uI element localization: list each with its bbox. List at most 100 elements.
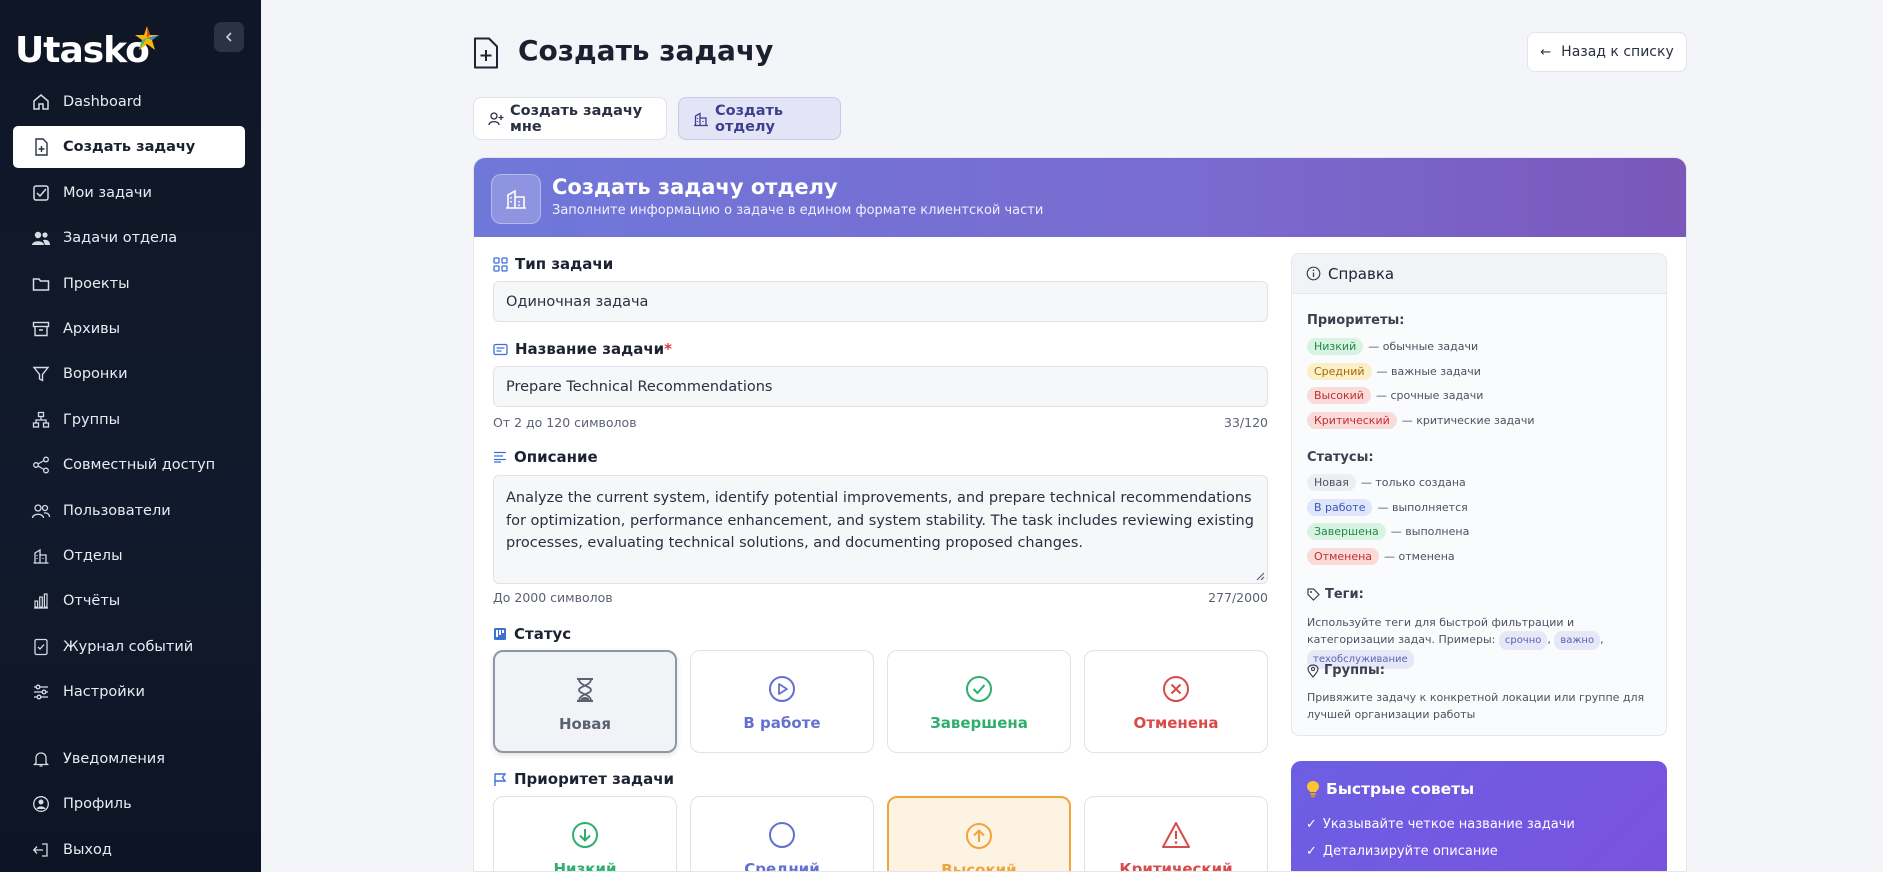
resize-handle-icon[interactable] xyxy=(1255,571,1265,581)
sidebar-item-projects[interactable]: Проекты xyxy=(13,263,245,305)
help-row-text: — срочные задачи xyxy=(1375,389,1484,402)
sidebar-item-groups[interactable]: Группы xyxy=(13,399,245,441)
tab-create-for-department[interactable]: Создать отделу xyxy=(678,97,841,140)
help-row-text: — критические задачи xyxy=(1401,414,1535,427)
file-plus-icon xyxy=(31,137,51,157)
user-group-icon xyxy=(31,501,51,521)
description-label: Описание xyxy=(493,448,598,466)
sidebar-item-label: Группы xyxy=(63,411,121,428)
sidebar-item-archives[interactable]: Архивы xyxy=(13,308,245,350)
card-header: Создать задачу отделу Заполните информац… xyxy=(474,158,1686,237)
status-label-text: Статус xyxy=(514,625,572,643)
sidebar-item-sharing[interactable]: Совместный доступ xyxy=(13,444,245,486)
status-option-label: В работе xyxy=(743,714,821,732)
alert-triangle-icon xyxy=(1161,820,1191,850)
tab-create-for-me[interactable]: Создать задачу мне xyxy=(473,97,667,140)
priority-option-medium[interactable]: Средний xyxy=(690,796,874,871)
sidebar-nav: Dashboard Создать задачу Мои задачи Зада… xyxy=(13,81,245,716)
tag-chip: срочно xyxy=(1498,631,1548,650)
arrow-up-circle-icon xyxy=(964,821,994,851)
profile-icon xyxy=(31,794,51,814)
user-plus-icon xyxy=(488,111,504,127)
task-name-label-text: Название задачи xyxy=(515,340,665,358)
status-option-in-progress[interactable]: В работе xyxy=(690,650,874,753)
chevron-left-icon xyxy=(225,32,232,42)
tag-icon xyxy=(1307,588,1320,601)
status-option-cancelled[interactable]: Отменена xyxy=(1084,650,1268,753)
building-icon xyxy=(31,546,51,566)
help-row-text: — только создана xyxy=(1360,476,1466,489)
check-icon: ✓ xyxy=(1306,844,1317,859)
sidebar-item-logout[interactable]: Выход xyxy=(13,829,245,871)
help-tags-title: Теги: xyxy=(1307,587,1364,602)
home-icon xyxy=(31,92,51,112)
quick-tip-item: ✓ Указывайте четкое название задачи xyxy=(1306,817,1575,832)
sidebar-item-department-tasks[interactable]: Задачи отдела xyxy=(13,217,245,259)
collapse-sidebar-button[interactable] xyxy=(214,22,244,52)
sidebar-item-reports[interactable]: Отчёты xyxy=(13,580,245,622)
sidebar-item-notifications[interactable]: Уведомления xyxy=(13,738,245,780)
help-status-row: Отменена — отменена xyxy=(1307,548,1455,565)
priority-option-high[interactable]: Высокий xyxy=(887,796,1071,872)
sidebar-item-create-task[interactable]: Создать задачу xyxy=(13,126,245,169)
priority-option-low[interactable]: Низкий xyxy=(493,796,677,872)
quick-tip-text: Детализируйте описание xyxy=(1322,844,1498,859)
sidebar-item-settings[interactable]: Настройки xyxy=(13,671,245,713)
logo-star-icon xyxy=(135,26,159,50)
sidebar-item-label: Пользователи xyxy=(63,502,171,519)
sidebar-item-label: Уведомления xyxy=(63,751,165,767)
status-option-label: Завершена xyxy=(930,714,1028,732)
sliders-icon xyxy=(31,682,51,702)
status-option-done[interactable]: Завершена xyxy=(887,650,1071,753)
task-name-input[interactable]: Prepare Technical Recommendations xyxy=(493,366,1268,407)
description-textarea[interactable]: Analyze the current system, identify pot… xyxy=(493,475,1268,584)
task-type-label-text: Тип задачи xyxy=(515,255,614,273)
lightbulb-icon xyxy=(1306,780,1320,798)
status-option-new[interactable]: Новая xyxy=(493,650,677,753)
help-header: Справка xyxy=(1292,254,1666,294)
help-row-text: — отменена xyxy=(1384,550,1455,563)
task-type-select[interactable]: Одиночная задача xyxy=(493,281,1268,322)
sidebar-item-dashboard[interactable]: Dashboard xyxy=(13,81,245,123)
priority-badge: Критический xyxy=(1307,412,1397,429)
help-priorities-title: Приоритеты: xyxy=(1307,313,1405,328)
help-row-text: — выполняется xyxy=(1377,501,1468,514)
quick-tip-text: Указывайте четкое название задачи xyxy=(1322,817,1575,832)
tab-label: Создать задачу мне xyxy=(510,102,643,135)
sidebar-item-users[interactable]: Пользователи xyxy=(13,490,245,532)
help-row-text: — важные задачи xyxy=(1376,365,1481,378)
kanban-icon xyxy=(493,627,507,641)
help-tags-text: Используйте теги для быстрой фильтрации … xyxy=(1307,614,1652,669)
logout-icon xyxy=(31,840,51,860)
quick-tip-item: ✓ Детализируйте описание xyxy=(1306,844,1498,859)
priority-badge: Низкий xyxy=(1307,338,1364,355)
help-priority-row: Средний — важные задачи xyxy=(1307,363,1481,380)
arrow-left-icon: ← xyxy=(1540,44,1552,60)
page-title: Создать задачу xyxy=(518,34,774,67)
align-left-icon xyxy=(493,451,507,463)
status-label: Статус xyxy=(493,625,571,643)
sidebar-item-label: Dashboard xyxy=(63,94,142,110)
description-hint: До 2000 символов xyxy=(493,590,613,605)
sidebar-item-departments[interactable]: Отделы xyxy=(13,535,245,577)
sidebar-item-label: Настройки xyxy=(63,684,145,701)
building-icon xyxy=(693,111,709,127)
status-badge: Отменена xyxy=(1307,548,1380,565)
priority-badge: Высокий xyxy=(1307,387,1371,404)
bell-icon xyxy=(31,749,51,769)
sidebar-item-profile[interactable]: Профиль xyxy=(13,783,245,825)
priority-option-label: Низкий xyxy=(553,860,617,872)
check-icon: ✓ xyxy=(1306,817,1317,832)
brand-logo[interactable]: Utasko xyxy=(15,30,150,71)
sidebar-item-funnels[interactable]: Воронки xyxy=(13,353,245,395)
sidebar-item-my-tasks[interactable]: Мои задачи xyxy=(13,172,245,214)
priority-option-label: Высокий xyxy=(941,861,1017,872)
priority-option-critical[interactable]: Критический xyxy=(1084,796,1268,871)
sidebar-item-label: Журнал событий xyxy=(63,638,194,655)
sidebar-item-label: Архивы xyxy=(63,320,121,337)
sidebar-item-label: Проекты xyxy=(63,275,130,292)
sidebar-item-event-log[interactable]: Журнал событий xyxy=(13,626,245,668)
play-circle-icon xyxy=(767,674,797,704)
sidebar-item-label: Отчёты xyxy=(63,593,121,610)
back-to-list-button[interactable]: ← Назад к списку xyxy=(1527,32,1687,72)
